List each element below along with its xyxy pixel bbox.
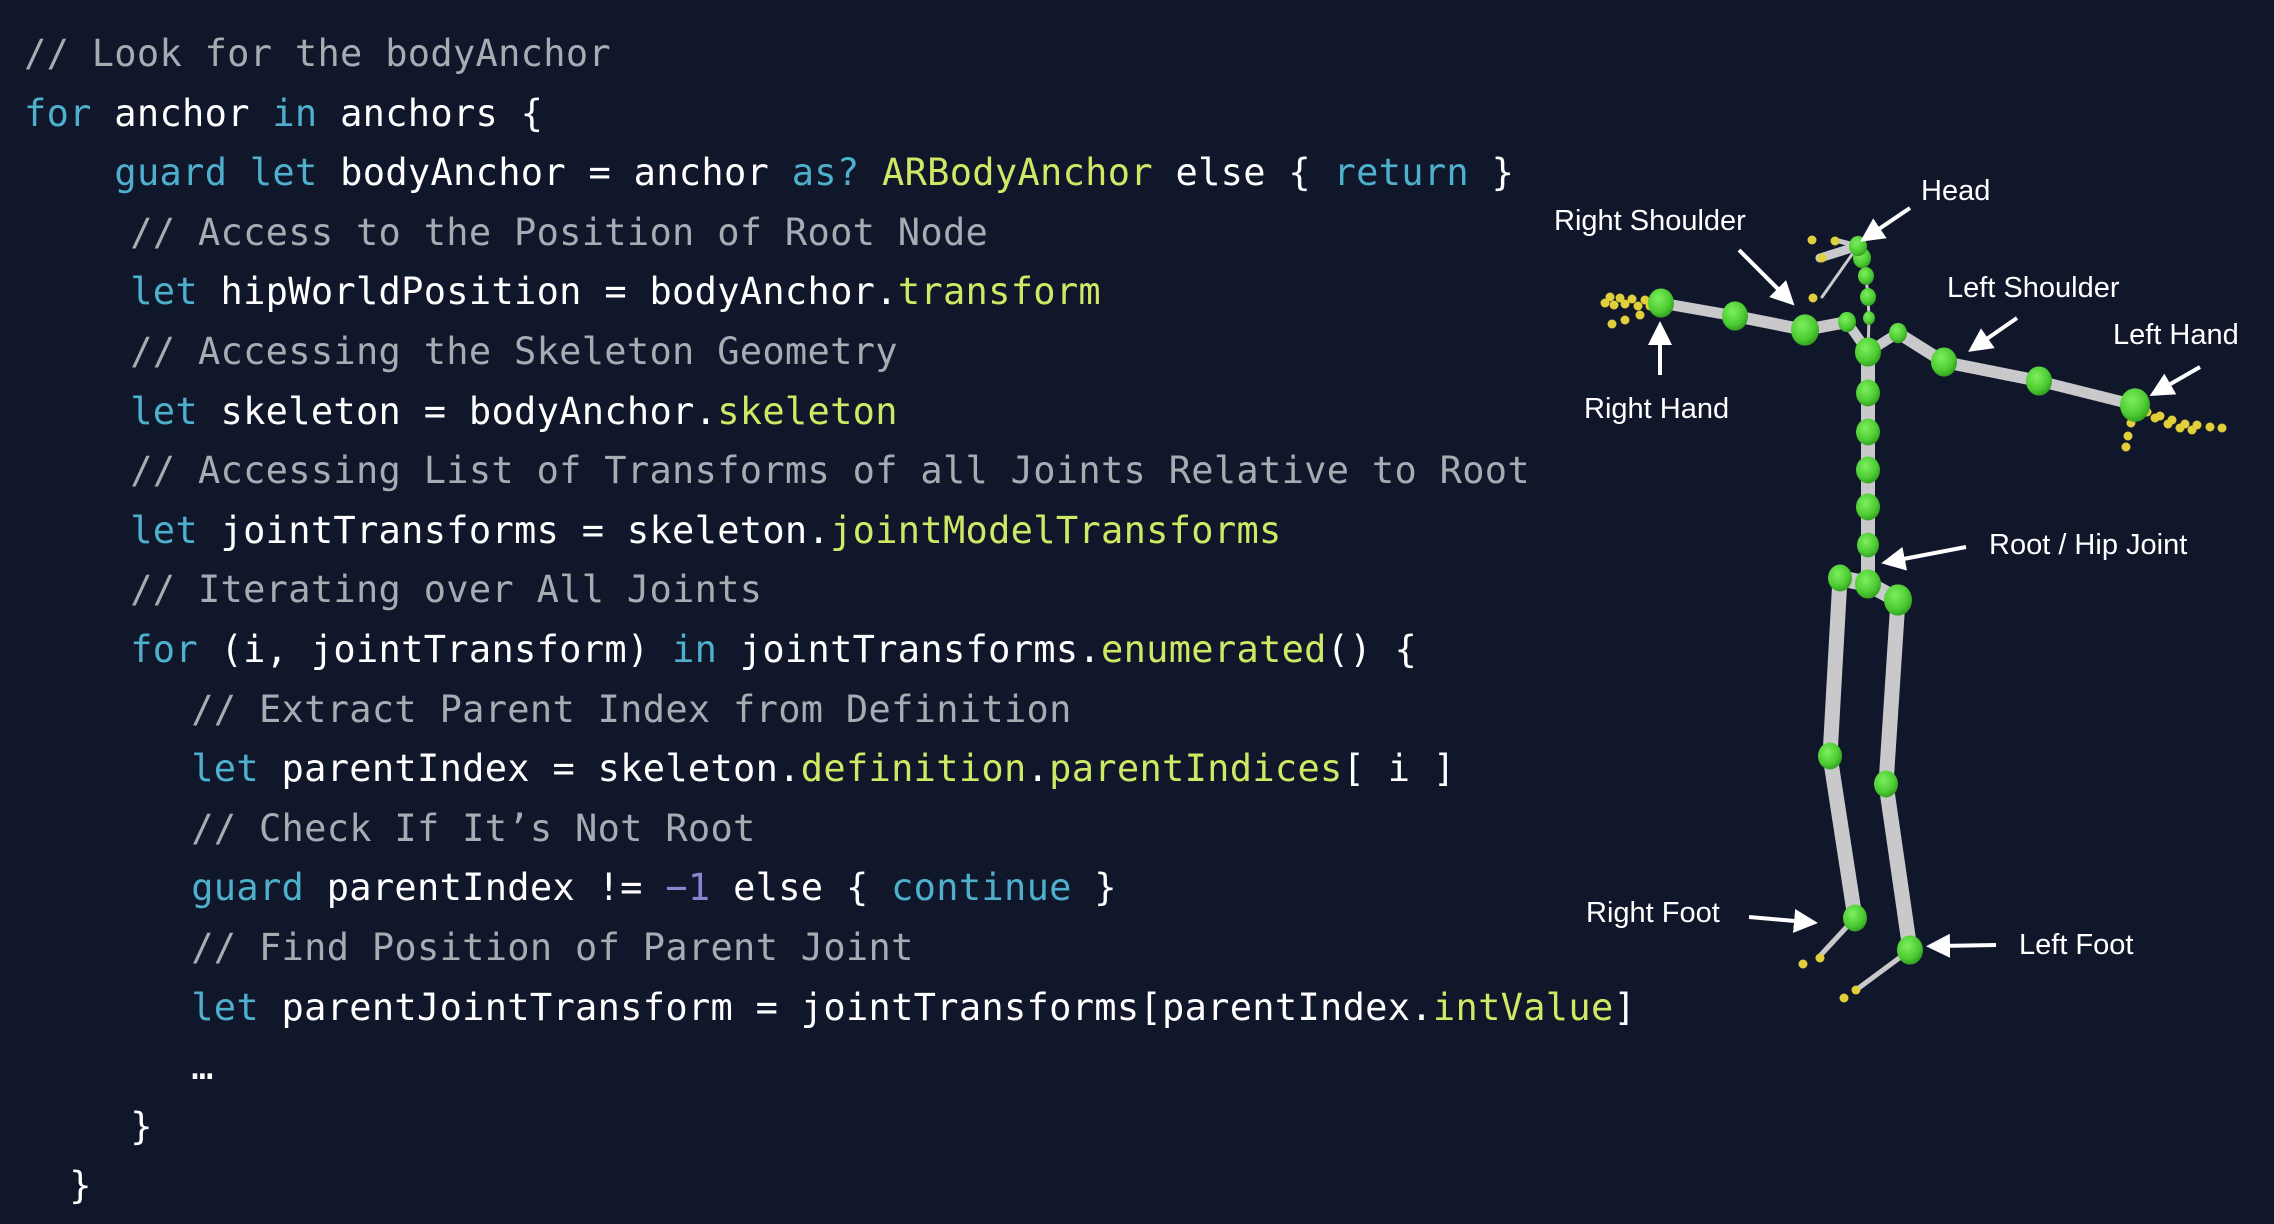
finger-joint — [2205, 422, 2215, 432]
label-right-hand: Right Hand — [1584, 393, 1730, 425]
label-left-foot: Left Foot — [2019, 929, 2134, 961]
bone — [1878, 776, 1918, 958]
arrow-head-icon — [1860, 206, 1912, 242]
finger-joint — [1807, 235, 1817, 245]
finger-joint — [1798, 959, 1808, 969]
finger-joint — [2217, 423, 2227, 433]
finger-joint — [1808, 293, 1818, 303]
joint-r-elb — [1722, 301, 1748, 331]
joint-r-sh — [1791, 314, 1819, 346]
joint-l-knee — [1874, 770, 1898, 798]
joint-sp5 — [1857, 532, 1879, 558]
joint-sp1 — [1856, 379, 1880, 407]
joint-l-ankle — [1897, 935, 1923, 965]
joint-l-clav — [1889, 322, 1907, 344]
arrow-root-hip-joint-icon — [1881, 545, 1967, 571]
joint-root — [1855, 569, 1881, 599]
joint-l-hand — [2120, 388, 2150, 422]
finger-joint — [2163, 419, 2173, 429]
finger-joint — [2123, 431, 2133, 441]
label-right-foot: Right Foot — [1586, 897, 1720, 929]
joint-n1 — [1863, 311, 1875, 325]
finger-joint — [1620, 315, 1630, 325]
bone — [1938, 356, 2045, 387]
finger-joint — [1620, 299, 1630, 309]
joint-l-hip — [1884, 584, 1912, 616]
label-head: Head — [1921, 175, 1991, 207]
finger-joint — [1609, 300, 1619, 310]
joint-r-hand — [1648, 288, 1674, 318]
joint-sp3 — [1856, 456, 1880, 484]
arrow-right-shoulder-icon — [1737, 248, 1795, 306]
joint-r-knee — [1818, 742, 1842, 770]
finger-joint — [1815, 953, 1825, 963]
joint-n2 — [1860, 288, 1876, 306]
finger-joint — [1607, 319, 1617, 329]
finger-joint — [1633, 301, 1643, 311]
arrow-left-shoulder-icon — [1968, 316, 2019, 352]
joint-r-hip — [1828, 564, 1852, 592]
finger-joint — [1635, 310, 1645, 320]
finger-joint — [2121, 442, 2131, 452]
label-left-hand: Left Hand — [2113, 319, 2239, 351]
joint-l-elb — [2026, 366, 2052, 396]
joint-r-ankle — [1843, 904, 1867, 932]
joint-n3 — [1858, 267, 1874, 285]
arrow-left-foot-icon — [1926, 933, 1997, 958]
bone — [1822, 570, 1848, 764]
finger-joint — [2150, 413, 2160, 423]
arrow-right-foot-icon — [1748, 908, 1818, 933]
finger-joint — [1839, 993, 1849, 1003]
finger-joint — [2187, 425, 2197, 435]
bone — [1822, 748, 1863, 926]
joint-neck-base — [1855, 337, 1881, 367]
label-left-shoulder: Left Shoulder — [1947, 272, 2120, 304]
joint-sp4 — [1856, 493, 1880, 521]
joint-head — [1849, 235, 1867, 257]
finger-joint — [1851, 985, 1861, 995]
label-root-hip-joint: Root / Hip Joint — [1989, 529, 2188, 561]
joint-sp2 — [1856, 418, 1880, 446]
finger-joint — [1830, 236, 1840, 246]
joint-r-clav — [1838, 311, 1856, 333]
arrow-left-hand-icon — [2149, 365, 2201, 396]
finger-joint — [2175, 423, 2185, 433]
finger-joint — [1600, 298, 1610, 308]
finger-joint — [1817, 253, 1827, 263]
joint-l-sh — [1931, 347, 1957, 377]
label-right-shoulder: Right Shoulder — [1554, 205, 1746, 237]
bone — [1878, 592, 1906, 792]
